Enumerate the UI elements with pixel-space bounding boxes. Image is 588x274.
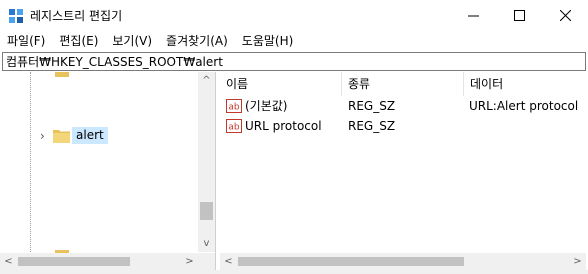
list-horizontal-scrollbar[interactable]: < > xyxy=(220,253,586,270)
minimize-button[interactable] xyxy=(450,0,496,30)
scroll-left-icon[interactable]: < xyxy=(220,253,237,270)
menu-bar: 파일(F) 편집(E) 보기(V) 즐겨찾기(A) 도움말(H) xyxy=(0,31,588,51)
tree-node-alert[interactable]: › alert xyxy=(40,127,210,147)
menu-edit[interactable]: 편집(E) xyxy=(52,31,105,51)
string-value-icon: ab xyxy=(226,119,242,133)
registry-editor-icon xyxy=(9,9,23,23)
scroll-up-icon[interactable]: ^ xyxy=(198,72,215,89)
column-header-type[interactable]: 종류 xyxy=(342,72,464,96)
value-data: URL:Alert protocol xyxy=(469,99,579,113)
menu-file[interactable]: 파일(F) xyxy=(0,31,52,51)
registry-editor-window: 레지스트리 편집기 파일(F) 편집(E) 보기(V) 즐겨찾기(A) 도움말(… xyxy=(0,0,588,274)
tree-horizontal-scrollbar[interactable]: < > xyxy=(0,253,198,270)
window-title: 레지스트리 편집기 xyxy=(30,9,123,23)
maximize-icon xyxy=(513,9,525,21)
scroll-right-icon[interactable]: > xyxy=(569,253,586,270)
string-value-icon: ab xyxy=(226,99,242,113)
chevron-right-icon[interactable]: › xyxy=(40,130,50,142)
folder-icon xyxy=(53,130,70,143)
menu-favorites[interactable]: 즐겨찾기(A) xyxy=(159,31,235,51)
value-name: URL protocol xyxy=(245,119,322,133)
menu-view[interactable]: 보기(V) xyxy=(105,31,159,51)
tree-node-label[interactable]: alert xyxy=(72,127,108,144)
scrollbar-corner xyxy=(198,253,215,270)
scroll-right-icon[interactable]: > xyxy=(181,253,198,270)
menu-help[interactable]: 도움말(H) xyxy=(235,31,301,51)
column-header-name[interactable]: 이름 xyxy=(220,72,342,96)
tree-guide-line xyxy=(30,72,31,252)
svg-text:ab: ab xyxy=(228,123,240,133)
key-tree-pane[interactable]: › alert ^ v < > xyxy=(0,72,216,270)
value-name: (기본값) xyxy=(245,99,288,113)
scroll-left-icon[interactable]: < xyxy=(0,253,17,270)
scroll-thumb[interactable] xyxy=(200,202,213,220)
minimize-icon xyxy=(467,15,479,16)
value-row[interactable]: ab (기본값) REG_SZ URL:Alert protocol xyxy=(220,97,586,117)
scroll-thumb[interactable] xyxy=(238,257,464,266)
values-list-pane[interactable]: 이름 종류 데이터 ab (기본값) REG_SZ URL:Alert prot… xyxy=(220,72,586,270)
status-bar xyxy=(0,270,588,274)
value-type: REG_SZ xyxy=(348,99,396,113)
close-button[interactable] xyxy=(542,0,588,30)
svg-text:ab: ab xyxy=(228,103,240,113)
scroll-down-icon[interactable]: v xyxy=(198,235,215,252)
folder-icon xyxy=(55,72,69,77)
address-bar[interactable]: 컴퓨터₩HKEY_CLASSES_ROOT₩alert xyxy=(2,52,586,71)
value-row[interactable]: ab URL protocol REG_SZ xyxy=(220,117,586,137)
title-bar[interactable]: 레지스트리 편집기 xyxy=(0,0,588,30)
maximize-button[interactable] xyxy=(496,0,542,30)
column-header-data[interactable]: 데이터 xyxy=(464,72,586,96)
address-path[interactable]: 컴퓨터₩HKEY_CLASSES_ROOT₩alert xyxy=(6,54,223,70)
close-icon xyxy=(559,9,571,21)
tree-vertical-scrollbar[interactable]: ^ v xyxy=(198,72,215,252)
scroll-thumb[interactable] xyxy=(18,257,130,266)
value-type: REG_SZ xyxy=(348,119,396,133)
